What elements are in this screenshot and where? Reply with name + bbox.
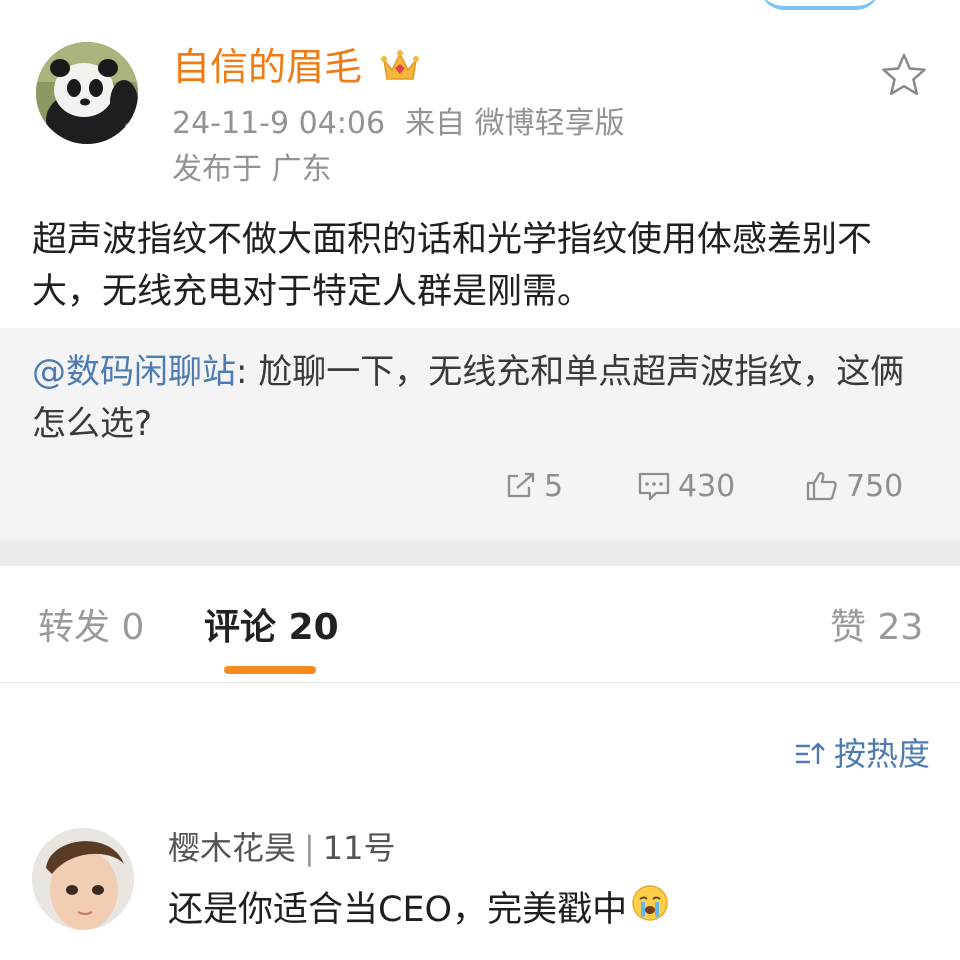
comment-author[interactable]: 樱木花昊 — [168, 829, 296, 867]
star-icon[interactable] — [880, 52, 928, 98]
like-count: 750 — [846, 468, 904, 504]
author-name[interactable]: 自信的眉毛 — [172, 42, 362, 92]
repost-icon — [507, 472, 535, 498]
section-divider — [0, 540, 960, 566]
comment-count: 430 — [678, 468, 736, 504]
post-source[interactable]: 来自 微博轻享版 — [405, 106, 625, 141]
comment-text: 还是你适合当CEO，完美戳中 — [168, 884, 669, 935]
tab-repost[interactable]: 转发 0 — [38, 604, 144, 652]
post-meta: 24-11-9 04:06 来自 微博轻享版 — [172, 104, 625, 144]
comment-floor: 11号 — [322, 829, 396, 867]
post-location: 发布于 广东 — [172, 152, 332, 187]
active-tab-indicator — [224, 666, 316, 674]
post-time: 24-11-9 04:06 — [172, 106, 386, 141]
thumbs-up-icon — [806, 471, 837, 501]
retweet-mention[interactable]: @数码闲聊站 — [32, 352, 236, 392]
commenter-avatar[interactable] — [32, 828, 134, 930]
post-text: 超声波指纹不做大面积的话和光学指纹使用体感差别不大，无线充电对于特定人群是刚需。 — [32, 220, 873, 312]
tab-comment[interactable]: 评论 20 — [204, 604, 339, 652]
sort-label: 按热度 — [834, 735, 931, 773]
comment-button[interactable]: 430 — [636, 466, 735, 506]
like-button[interactable]: 750 — [804, 466, 903, 506]
comment-body: 还是你适合当CEO，完美戳中 — [168, 889, 628, 930]
detail-tabs: 转发 0 评论 20 赞 23 — [0, 566, 960, 683]
repost-button[interactable]: 5 — [504, 466, 563, 506]
crying-face-icon — [631, 884, 669, 935]
separator: | — [304, 829, 315, 867]
retweet-text: @数码闲聊站: 尬聊一下，无线充和单点超声波指纹，这俩怎么选? — [32, 346, 932, 450]
crown-icon — [380, 46, 420, 86]
sort-button[interactable]: 按热度 — [794, 734, 930, 774]
sort-icon — [796, 742, 825, 764]
author-avatar[interactable] — [36, 42, 138, 144]
comment-icon — [638, 472, 670, 501]
retweet-card[interactable]: @数码闲聊站: 尬聊一下，无线充和单点超声波指纹，这俩怎么选? 5 430 75… — [0, 328, 960, 540]
top-decoration-arc — [760, 0, 880, 10]
repost-count: 5 — [544, 468, 564, 504]
tab-like[interactable]: 赞 23 — [830, 604, 923, 652]
comment-author-line: 樱木花昊 | 11号 — [168, 826, 396, 870]
